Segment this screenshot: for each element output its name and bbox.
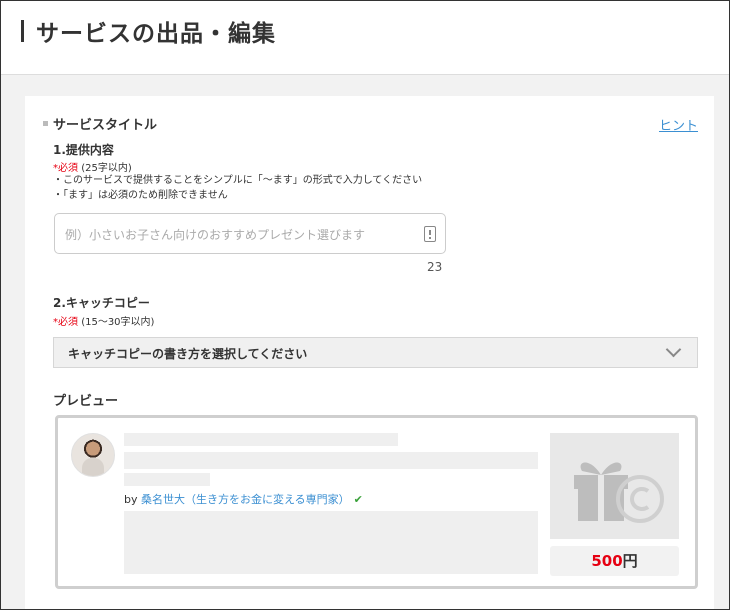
field1-label: 1.提供内容 (53, 143, 114, 157)
section-title-text: サービスタイトル (53, 118, 158, 133)
required-mark: *必須 (53, 317, 78, 328)
title-accent-bar (21, 20, 24, 42)
by-label: by (124, 493, 138, 506)
gift-icon (574, 462, 664, 523)
page-header: サービスの出品・編集 (1, 1, 729, 75)
skeleton-line (124, 452, 538, 469)
skeleton-line (124, 433, 398, 446)
field2-required: *必須 (15～30字以内) (53, 313, 154, 328)
price-value: 500 (591, 552, 623, 570)
price-badge: 500円 (550, 546, 679, 576)
check-icon: ✔ (353, 493, 363, 506)
skeleton-description (124, 511, 538, 574)
section-title: サービスタイトル (43, 114, 157, 133)
field1-note-1: ・このサービスで提供することをシンプルに「～ます」の形式で入力してください (53, 175, 423, 186)
skeleton-line (124, 473, 210, 486)
input-info-icon[interactable] (424, 226, 436, 242)
chevron-down-icon (665, 341, 682, 358)
preview-label: プレビュー (53, 394, 119, 409)
required-note: (15～30字以内) (81, 317, 155, 328)
select-value: キャッチコピーの書き方を選択してください (68, 347, 308, 361)
app-frame: サービスの出品・編集 サービスタイトル ヒント 1.提供内容 *必須 (25字以… (0, 0, 730, 610)
input-placeholder: 例）小さいお子さん向けのおすすめプレゼント選びます (65, 228, 366, 242)
char-counter: 23 (427, 260, 443, 274)
hint-link[interactable]: ヒント (659, 115, 698, 134)
square-bullet-icon (43, 121, 48, 126)
price-unit: 円 (622, 552, 638, 570)
thumbnail-placeholder (550, 433, 679, 539)
edit-card: サービスタイトル ヒント 1.提供内容 *必須 (25字以内) ・このサービスで… (25, 96, 714, 609)
field2-label: 2.キャッチコピー (53, 296, 150, 310)
field1-required: *必須 (25字以内) (53, 159, 132, 174)
preview-card: by 桑名世大（生き方をお金に変える専門家） ✔ 500円 (55, 415, 698, 589)
field1-note-2: ・「ます」は必須のため削除できません (53, 190, 228, 201)
service-title-input[interactable]: 例）小さいお子さん向けのおすすめプレゼント選びます (54, 213, 446, 254)
page-title: サービスの出品・編集 (36, 21, 276, 47)
avatar (71, 433, 115, 477)
author-line: by 桑名世大（生き方をお金に変える専門家） ✔ (124, 491, 363, 507)
author-name-link[interactable]: 桑名世大（生き方をお金に変える専門家） (141, 493, 350, 506)
catchcopy-select[interactable]: キャッチコピーの書き方を選択してください (53, 337, 698, 368)
